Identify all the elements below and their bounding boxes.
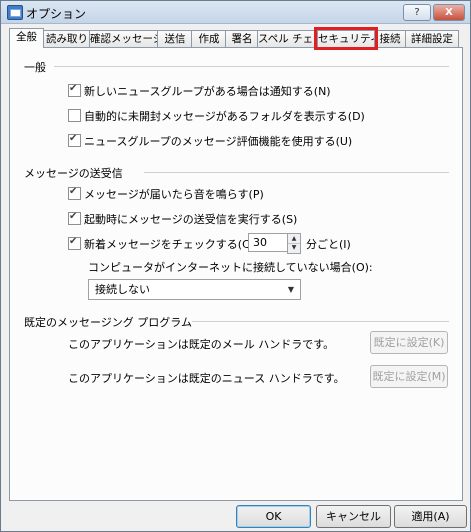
checkbox-show-unread-folders[interactable] — [68, 109, 81, 122]
label-offline-behavior: コンピュータがインターネットに接続していない場合(O): — [88, 261, 373, 274]
checkbox-play-sound[interactable] — [68, 186, 81, 200]
title-bar: オプション ? X — [1, 1, 470, 24]
label-check-new-messages: 新着メッセージをチェックする(C) — [84, 238, 255, 251]
apply-button[interactable]: 適用(A) — [394, 505, 467, 528]
label-notify-newsgroups: 新しいニュースグループがある場合は通知する(N) — [84, 85, 331, 98]
divider — [54, 66, 449, 67]
tab-receipts[interactable]: 確認メッセージ — [89, 30, 159, 47]
label-default-mail-handler: このアプリケーションは既定のメール ハンドラです。 — [68, 338, 335, 351]
tab-signatures[interactable]: 署名 — [225, 30, 259, 47]
cancel-button[interactable]: キャンセル — [316, 505, 391, 528]
offline-behavior-select[interactable]: 接続しない ▼ — [88, 279, 301, 300]
chevron-down-icon: ▼ — [287, 285, 294, 294]
window-title: オプション — [26, 7, 87, 21]
tab-read[interactable]: 読み取り — [43, 30, 91, 47]
ok-button[interactable]: OK — [236, 505, 311, 528]
tab-connection[interactable]: 接続 — [373, 30, 407, 47]
close-button[interactable]: X — [433, 4, 465, 21]
options-dialog: オプション ? X 全般 読み取り 確認メッセージ 送信 作成 署名 スペル チ… — [0, 0, 471, 532]
tab-strip: 全般 読み取り 確認メッセージ 送信 作成 署名 スペル チェック セキュリティ… — [9, 27, 461, 50]
divider — [192, 321, 449, 322]
label-send-receive-startup: 起動時にメッセージの送受信を実行する(S) — [84, 213, 298, 226]
group-title-general: 一般 — [24, 61, 46, 74]
tab-panel-general: 一般 新しいニュースグループがある場合は通知する(N) 自動的に未開封メッセージ… — [9, 47, 463, 501]
set-default-news-button[interactable]: 既定に設定(M) — [370, 365, 448, 388]
checkbox-send-receive-startup[interactable] — [68, 211, 81, 225]
checkbox-notify-newsgroups[interactable] — [68, 83, 81, 97]
divider — [144, 172, 449, 173]
tab-compose[interactable]: 作成 — [191, 30, 227, 47]
tab-general[interactable]: 全般 — [9, 28, 44, 48]
label-interval-unit: 分ごと(I) — [306, 238, 351, 251]
help-button[interactable]: ? — [403, 4, 431, 21]
tab-security[interactable]: セキュリティ — [314, 27, 378, 50]
label-default-news-handler: このアプリケーションは既定のニュース ハンドラです。 — [68, 372, 345, 385]
interval-spinner[interactable]: ▲ ▼ — [287, 233, 301, 254]
app-icon — [7, 5, 23, 20]
label-message-rating: ニュースグループのメッセージ評価機能を使用する(U) — [84, 135, 353, 148]
tab-spelling[interactable]: スペル チェック — [257, 30, 319, 47]
interval-input[interactable]: 30 — [248, 233, 290, 252]
spin-down-icon[interactable]: ▼ — [288, 243, 300, 252]
group-title-default-programs: 既定のメッセージング プログラム — [24, 316, 192, 329]
set-default-mail-button[interactable]: 既定に設定(K) — [370, 331, 448, 354]
group-title-send-receive: メッセージの送受信 — [24, 167, 123, 180]
label-play-sound: メッセージが届いたら音を鳴らす(P) — [84, 188, 264, 201]
tab-send[interactable]: 送信 — [157, 30, 193, 47]
checkbox-message-rating[interactable] — [68, 133, 81, 147]
tab-advanced[interactable]: 詳細設定 — [405, 30, 459, 47]
checkbox-check-new-messages[interactable] — [68, 236, 81, 250]
label-show-unread-folders: 自動的に未開封メッセージがあるフォルダを表示する(D) — [84, 110, 365, 123]
offline-behavior-value: 接続しない — [95, 283, 150, 296]
